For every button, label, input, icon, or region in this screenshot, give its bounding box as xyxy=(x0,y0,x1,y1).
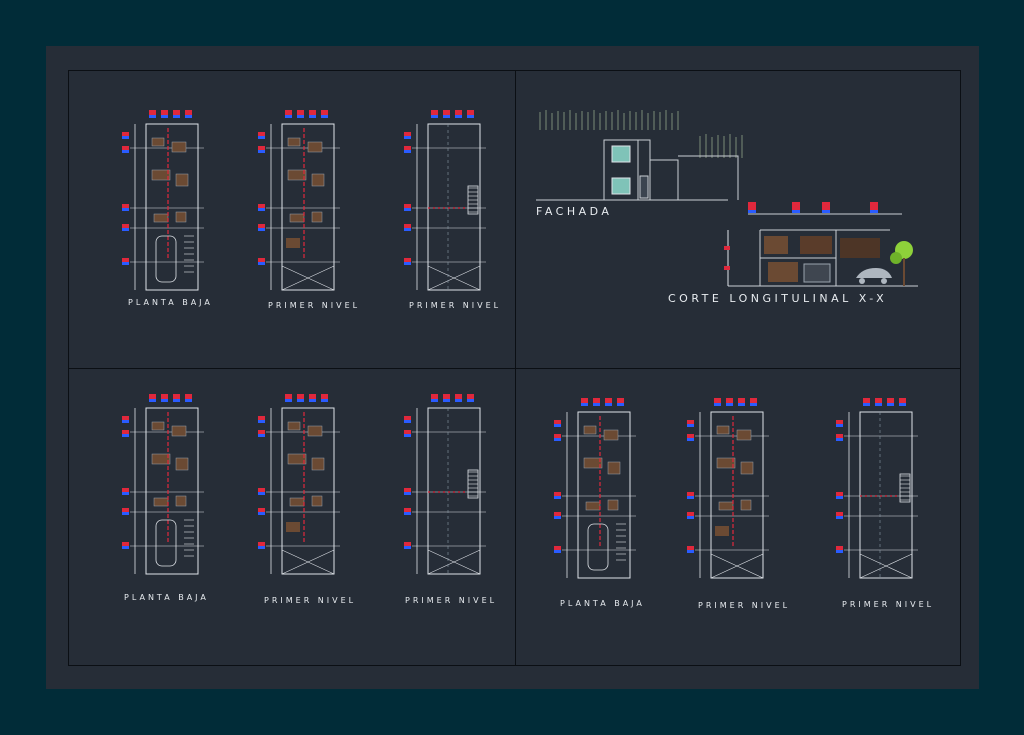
facade-elevation xyxy=(539,110,743,158)
label-primer-nivel-q4-b: PRIMER NIVEL xyxy=(842,600,935,609)
facade-window-upper xyxy=(611,145,631,163)
label-primer-nivel-q3-a: PRIMER NIVEL xyxy=(264,596,357,605)
label-primer-nivel-q3-b: PRIMER NIVEL xyxy=(405,596,498,605)
label-planta-baja-q3: PLANTA BAJA xyxy=(124,593,209,602)
facade-and-section-drawings xyxy=(536,110,918,287)
car-icon xyxy=(856,268,892,284)
label-planta-baja-q4: PLANTA BAJA xyxy=(560,599,645,608)
label-primer-nivel-q1-a: PRIMER NIVEL xyxy=(268,301,361,310)
label-fachada: FACHADA xyxy=(536,205,613,218)
label-corte-longitudinal: CORTE LONGITULINAL X-X xyxy=(668,292,888,305)
label-planta-baja-q1: PLANTA BAJA xyxy=(128,298,213,307)
label-primer-nivel-q4-a: PRIMER NIVEL xyxy=(698,601,791,610)
tree-icon xyxy=(890,241,913,286)
facade-window-lower xyxy=(611,177,631,195)
label-primer-nivel-q1-b: PRIMER NIVEL xyxy=(409,301,502,310)
